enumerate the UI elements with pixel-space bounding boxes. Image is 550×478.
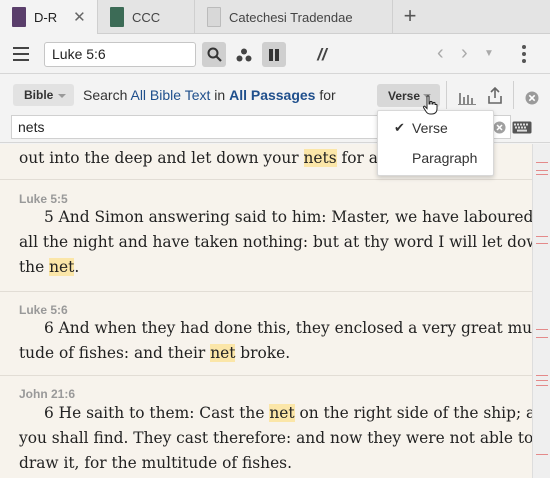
divider (513, 81, 514, 109)
search-icon (207, 47, 222, 62)
result-line: draw it, for the multitude of fishes. (19, 454, 292, 472)
hit-map-scrollbar[interactable] (532, 144, 550, 478)
toolbar: Luke 5:6 // ‹ › ▼ (0, 34, 550, 74)
menu-item-paragraph[interactable]: Paragraph (378, 144, 493, 172)
result-separator (0, 179, 532, 180)
result-reference[interactable]: Luke 5:6 (19, 303, 68, 317)
search-prefix: Search (83, 87, 128, 103)
tab-label: CCC (132, 9, 161, 25)
result-text-fragment: out into the deep and let down your nets… (19, 149, 419, 167)
search-description: Search All Bible Text in All Passages fo… (83, 87, 336, 103)
back-arrow-icon[interactable]: ‹ (437, 42, 444, 64)
book-cover-icon (110, 7, 124, 27)
result-reference[interactable]: John 21:6 (19, 387, 75, 401)
document-icon (207, 7, 221, 27)
forward-arrow-icon[interactable]: › (461, 42, 468, 64)
reference-input[interactable]: Luke 5:6 (44, 42, 196, 67)
tab-label: D-R (34, 9, 58, 25)
visual-filter-button[interactable] (233, 42, 255, 67)
search-hit[interactable]: net (49, 258, 75, 276)
close-circle-icon (525, 91, 539, 104)
keyboard-button[interactable] (512, 118, 532, 136)
keyboard-icon (512, 121, 532, 133)
result-separator (0, 375, 532, 376)
tab-ccc[interactable]: CCC (98, 0, 195, 34)
search-for-word: for (319, 87, 336, 103)
result-line: 6 He saith to them: Cast the net on the … (44, 404, 532, 422)
clear-query-button[interactable] (492, 119, 506, 135)
history-dropdown-icon[interactable]: ▼ (484, 43, 494, 65)
export-button[interactable] (485, 83, 505, 108)
hand-cursor-icon (422, 95, 438, 115)
menu-icon[interactable] (13, 47, 29, 61)
tab-d-r[interactable]: D-R ✕ (0, 0, 98, 34)
match-unit-menu: ✔ Verse Paragraph (377, 110, 494, 176)
result-line: 5 And Simon answering said to him: Maste… (44, 208, 532, 226)
share-icon (488, 86, 502, 104)
checkmark-icon: ✔ (394, 120, 405, 135)
analytics-button[interactable] (457, 85, 477, 110)
menu-item-label: Paragraph (412, 150, 478, 166)
visual-filter-icon (236, 48, 252, 61)
search-in-word: in (214, 87, 226, 103)
result-separator (0, 291, 532, 292)
tab-bar: D-R ✕ CCC Catechesi Tradendae + (0, 0, 550, 34)
divider (446, 81, 447, 109)
result-reference[interactable]: Luke 5:5 (19, 192, 68, 206)
search-hit[interactable]: net (210, 344, 236, 362)
search-target-link[interactable]: All Bible Text (130, 87, 210, 103)
book-cover-icon (12, 7, 26, 27)
result-line: you shall find. They cast therefore: and… (19, 429, 532, 447)
search-button[interactable] (202, 42, 226, 67)
menu-item-verse[interactable]: ✔ Verse (378, 114, 493, 142)
search-hit[interactable]: net (269, 404, 295, 422)
result-line: 6 And when they had done this, they encl… (44, 319, 532, 337)
search-panel: Bible Search All Bible Text in All Passa… (0, 75, 550, 113)
search-kind-dropdown[interactable]: Bible (13, 84, 74, 106)
menu-item-label: Verse (412, 120, 448, 136)
close-search-button[interactable] (524, 85, 540, 110)
tab-label: Catechesi Tradendae (229, 9, 353, 25)
clear-icon (492, 120, 506, 134)
bar-chart-icon (458, 92, 476, 105)
search-range-link[interactable]: All Passages (229, 87, 315, 103)
search-results-pane: out into the deep and let down your nets… (0, 144, 532, 478)
result-line: the net. (19, 258, 80, 276)
new-tab-button[interactable]: + (398, 4, 422, 30)
layout-button[interactable] (262, 42, 286, 67)
more-options-icon[interactable] (522, 45, 526, 66)
result-line: all the night and have taken nothing: bu… (19, 233, 532, 251)
close-icon[interactable]: ✕ (73, 8, 86, 26)
columns-icon (269, 48, 279, 61)
tab-catechesi-tradendae[interactable]: Catechesi Tradendae (195, 0, 393, 34)
result-line: tude of fishes: and their net broke. (19, 344, 291, 362)
parallel-resources-icon[interactable]: // (312, 42, 332, 67)
search-hit[interactable]: nets (303, 149, 337, 167)
